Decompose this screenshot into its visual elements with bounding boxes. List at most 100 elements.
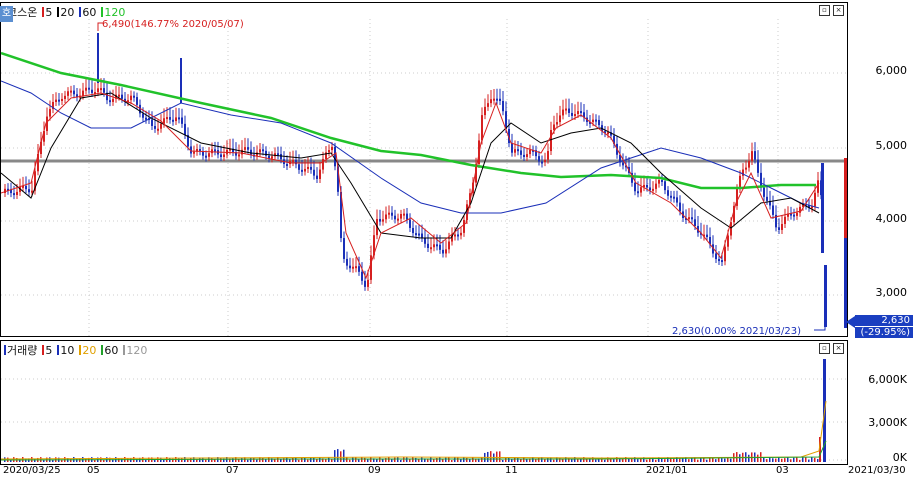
- volume-bar: [805, 457, 807, 462]
- y-tick: 3,000: [875, 286, 908, 299]
- candle: [211, 149, 213, 154]
- volume-bar: [445, 457, 447, 462]
- candle: [421, 233, 423, 238]
- volume-bar: [793, 457, 795, 462]
- price-chart-panel[interactable]: 코스온 5 20 60 120 ▫ ×: [0, 2, 848, 337]
- candle: [565, 108, 567, 111]
- candle: [481, 115, 483, 141]
- candle: [169, 117, 171, 120]
- candle: [640, 187, 642, 193]
- candle: [445, 249, 447, 254]
- candle: [430, 247, 432, 250]
- volume-bar: [307, 459, 309, 462]
- candle: [415, 233, 417, 236]
- volume-bar: [247, 459, 249, 462]
- candle: [61, 98, 63, 101]
- candle: [193, 151, 195, 154]
- candle: [361, 271, 363, 281]
- volume-bar: [490, 451, 492, 462]
- volume-bar: [370, 457, 372, 462]
- volume-bar: [343, 449, 345, 462]
- volume-bar: [439, 457, 441, 462]
- candle: [454, 234, 456, 237]
- ma5-line: [1, 92, 820, 280]
- volume-chart-panel[interactable]: 거래량 5 10 20 60 120 ▫ ×: [0, 340, 848, 465]
- candle: [358, 266, 360, 272]
- volume-bar: [355, 457, 357, 462]
- candle: [844, 158, 847, 238]
- candle: [58, 99, 60, 102]
- volume-bar: [808, 459, 810, 462]
- candle: [28, 189, 30, 193]
- volume-bar: [205, 459, 207, 462]
- volume-bar: [544, 459, 546, 462]
- candle: [772, 205, 774, 215]
- candle: [151, 119, 153, 126]
- candle: [526, 154, 528, 157]
- candle: [322, 158, 324, 170]
- candle: [307, 166, 309, 169]
- volume-bar: [394, 457, 396, 462]
- candle: [502, 101, 504, 112]
- candle: [142, 113, 144, 118]
- y-tick: 6,000: [875, 64, 908, 77]
- volume-bar: [637, 459, 639, 462]
- candle: [664, 181, 666, 191]
- candle: [55, 99, 57, 102]
- candle: [571, 112, 573, 116]
- candle: [370, 255, 372, 280]
- x-tick: 11: [505, 465, 518, 476]
- candle: [580, 111, 582, 114]
- candle: [824, 265, 827, 327]
- volume-bar: [646, 459, 648, 462]
- candle: [559, 115, 561, 123]
- candle: [136, 97, 138, 105]
- candle: [385, 214, 387, 220]
- candle: [166, 117, 168, 120]
- candle: [49, 109, 51, 117]
- candle: [439, 244, 441, 250]
- candle: [382, 219, 384, 222]
- volume-bar: [304, 457, 306, 462]
- candle: [727, 235, 729, 247]
- volume-bar: [721, 458, 723, 462]
- candle: [118, 94, 120, 97]
- volume-bar: [553, 459, 555, 462]
- candle: [595, 119, 597, 122]
- volume-bar: [241, 457, 243, 462]
- candle: [622, 162, 624, 166]
- y-tick: 4,000: [875, 212, 908, 225]
- candle: [175, 117, 177, 122]
- candle: [145, 117, 147, 120]
- candle: [379, 218, 381, 222]
- candle: [550, 130, 552, 152]
- low-price-note: 2,630(0.00% 2021/03/23): [672, 326, 802, 337]
- candle: [427, 243, 429, 248]
- volume-bar: [508, 457, 510, 462]
- volume-bar: [397, 457, 399, 462]
- candle: [313, 169, 315, 176]
- candle: [220, 154, 222, 157]
- stock-badge[interactable]: 호: [0, 6, 13, 22]
- candle: [821, 163, 824, 253]
- candle: [154, 125, 156, 129]
- candle: [706, 234, 708, 238]
- candle: [424, 237, 426, 244]
- volume-bar: [814, 457, 816, 462]
- x-tick: 03: [776, 465, 789, 476]
- candle: [301, 169, 303, 172]
- candle: [667, 190, 669, 196]
- y-tick: 3,000K: [868, 416, 907, 429]
- candle: [103, 88, 105, 93]
- volume-bar: [802, 457, 804, 462]
- candle: [31, 190, 33, 193]
- volume-bar: [442, 459, 444, 462]
- candle: [649, 187, 651, 191]
- candle: [130, 95, 132, 101]
- candle: [172, 119, 174, 122]
- candle: [214, 149, 216, 152]
- candle: [181, 117, 183, 124]
- volume-y-axis: 6,000K 3,000K 0K: [848, 340, 913, 465]
- candle: [505, 111, 507, 130]
- volume-bar: [757, 454, 759, 462]
